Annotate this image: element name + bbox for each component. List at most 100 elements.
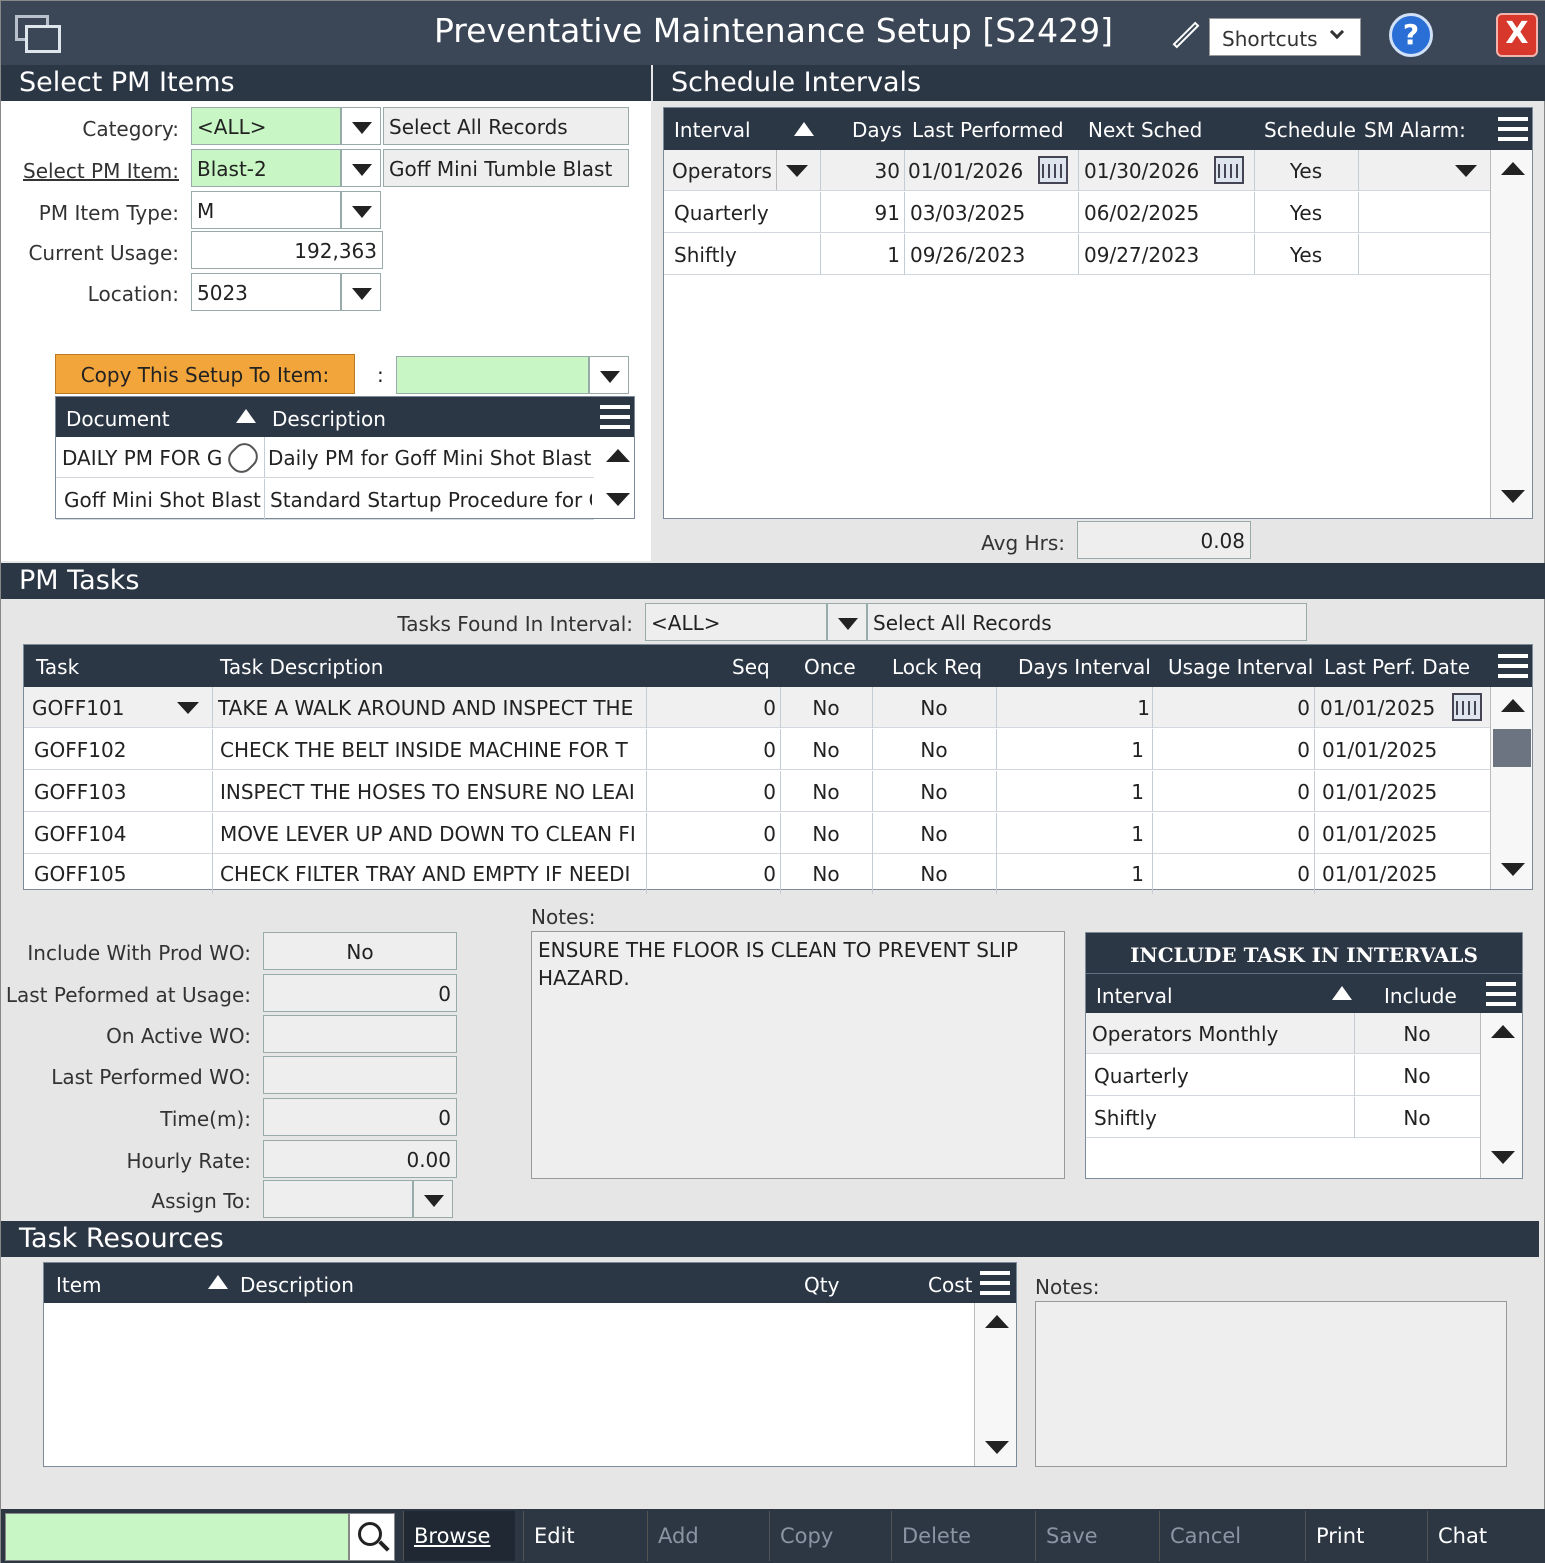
help-button[interactable]: ? (1389, 13, 1433, 57)
scroll-down-icon[interactable] (596, 479, 634, 519)
col-sm-alarm[interactable]: SM Alarm: (1364, 118, 1466, 142)
schedule-row[interactable]: Shiftly 1 09/26/2023 09/27/2023 Yes (664, 234, 1490, 275)
menu-icon[interactable] (980, 1271, 1010, 1295)
task-usage-interval[interactable]: 0 (1156, 696, 1310, 720)
task-code[interactable]: GOFF101 (32, 696, 124, 720)
pm-item-field[interactable]: Blast-2 (191, 149, 341, 187)
scroll-up-icon[interactable] (1491, 150, 1533, 190)
schedule-row[interactable]: Operators 30 01/01/2026 01/30/2026 Yes (664, 150, 1490, 191)
col-task[interactable]: Task (36, 655, 79, 679)
pm-item-label[interactable]: Select PM Item: (1, 159, 179, 183)
copy-setup-button[interactable]: Copy This Setup To Item: (55, 354, 355, 394)
include-prod-field[interactable]: No (263, 932, 457, 970)
col-seq[interactable]: Seq (732, 655, 770, 679)
chat-button[interactable]: Chat (1427, 1511, 1543, 1561)
task-lock-req[interactable]: No (872, 696, 996, 720)
include-row[interactable]: Quarterly No (1086, 1055, 1480, 1096)
task-row[interactable]: GOFF105 CHECK FILTER TRAY AND EMPTY IF N… (24, 853, 1490, 894)
category-select-all[interactable]: Select All Records (383, 107, 629, 145)
include-row[interactable]: Operators Monthly No (1086, 1013, 1480, 1054)
menu-icon[interactable] (1486, 982, 1516, 1006)
location-dropdown-icon[interactable] (341, 273, 381, 311)
location-field[interactable]: 5023 (191, 273, 341, 311)
copy-target-field[interactable] (396, 356, 589, 394)
scroll-up-icon[interactable] (596, 437, 634, 477)
scrollbar[interactable] (1490, 150, 1532, 518)
col-next-sched[interactable]: Next Sched (1088, 118, 1202, 142)
col-days-interval[interactable]: Days Interval (1018, 655, 1151, 679)
tasks-interval-dropdown-icon[interactable] (827, 603, 867, 641)
category-dropdown-icon[interactable] (341, 107, 381, 145)
scroll-down-icon[interactable] (1491, 849, 1533, 889)
col-cost[interactable]: Cost (928, 1273, 972, 1297)
add-button[interactable]: Add (647, 1511, 763, 1561)
assign-to-field[interactable] (263, 1180, 413, 1218)
current-usage-field[interactable]: 192,363 (191, 231, 383, 269)
col-last-performed[interactable]: Last Performed (912, 118, 1064, 142)
task-dropdown-icon[interactable] (168, 687, 208, 727)
scrollbar[interactable] (974, 1303, 1016, 1466)
sm-alarm-dropdown-icon[interactable] (1446, 150, 1486, 190)
pm-item-dropdown-icon[interactable] (341, 149, 381, 187)
browse-button[interactable]: Browse (403, 1511, 515, 1561)
col-schedule[interactable]: Schedule (1264, 118, 1356, 142)
calendar-icon[interactable] (1452, 693, 1482, 721)
task-notes-field[interactable]: ENSURE THE FLOOR IS CLEAN TO PREVENT SLI… (531, 931, 1065, 1179)
scroll-down-icon[interactable] (975, 1427, 1017, 1467)
pencil-icon[interactable] (1171, 21, 1201, 51)
next-sched[interactable]: 01/30/2026 (1084, 159, 1199, 183)
scrollbar[interactable] (1480, 1013, 1522, 1178)
task-last-perf-date[interactable]: 01/01/2025 (1320, 696, 1435, 720)
quick-search-input[interactable] (5, 1513, 349, 1561)
sort-up-icon[interactable] (794, 122, 814, 136)
menu-icon[interactable] (1498, 654, 1528, 678)
task-description[interactable]: TAKE A WALK AROUND AND INSPECT THE (218, 696, 646, 720)
task-days-interval[interactable]: 1 (1000, 696, 1150, 720)
col-description[interactable]: Description (240, 1273, 354, 1297)
shortcuts-dropdown[interactable]: Shortcuts (1209, 18, 1361, 56)
document-row[interactable]: Goff Mini Shot Blast Standard Startup Pr… (56, 479, 594, 520)
calendar-icon[interactable] (1214, 156, 1244, 184)
close-button[interactable]: X (1496, 13, 1538, 57)
scrollbar[interactable] (1490, 687, 1532, 889)
pm-item-type-dropdown-icon[interactable] (341, 191, 381, 229)
interval-days[interactable]: 30 (824, 159, 900, 183)
menu-icon[interactable] (600, 405, 630, 429)
col-interval[interactable]: Interval (1096, 984, 1173, 1008)
assign-to-dropdown-icon[interactable] (413, 1180, 453, 1218)
include-row[interactable]: Shiftly No (1086, 1097, 1480, 1138)
time-field[interactable]: 0 (263, 1098, 457, 1136)
schedule-flag[interactable]: Yes (1254, 159, 1358, 183)
category-field[interactable]: <ALL> (191, 107, 341, 145)
pm-item-type-field[interactable]: M (191, 191, 341, 229)
task-once[interactable]: No (780, 696, 872, 720)
col-description[interactable]: Description (272, 407, 386, 431)
tasks-select-all[interactable]: Select All Records (867, 603, 1307, 641)
task-row[interactable]: GOFF104 MOVE LEVER UP AND DOWN TO CLEAN … (24, 813, 1490, 854)
col-once[interactable]: Once (804, 655, 856, 679)
print-button[interactable]: Print (1305, 1511, 1421, 1561)
task-row[interactable]: GOFF101 TAKE A WALK AROUND AND INSPECT T… (24, 687, 1490, 728)
scroll-up-icon[interactable] (1481, 1013, 1523, 1053)
col-qty[interactable]: Qty (804, 1273, 839, 1297)
col-usage-interval[interactable]: Usage Interval (1168, 655, 1313, 679)
scroll-thumb[interactable] (1493, 729, 1531, 767)
save-button[interactable]: Save (1035, 1511, 1151, 1561)
sort-up-icon[interactable] (208, 1275, 228, 1289)
task-seq[interactable]: 0 (650, 696, 776, 720)
hourly-rate-field[interactable]: 0.00 (263, 1140, 457, 1178)
col-include[interactable]: Include (1384, 984, 1457, 1008)
last-performed[interactable]: 01/01/2026 (908, 159, 1023, 183)
copy-button[interactable]: Copy (769, 1511, 885, 1561)
search-button[interactable] (349, 1513, 395, 1561)
menu-icon[interactable] (1498, 117, 1528, 141)
copy-target-dropdown-icon[interactable] (589, 356, 629, 394)
edit-button[interactable]: Edit (523, 1511, 639, 1561)
include-value[interactable]: No (1354, 1022, 1480, 1046)
schedule-row[interactable]: Quarterly 91 03/03/2025 06/02/2025 Yes (664, 192, 1490, 233)
scroll-up-icon[interactable] (1491, 687, 1533, 727)
task-row[interactable]: GOFF103 INSPECT THE HOSES TO ENSURE NO L… (24, 771, 1490, 812)
document-row[interactable]: DAILY PM FOR GOFF Daily PM for Goff Mini… (56, 437, 594, 478)
col-item[interactable]: Item (56, 1273, 102, 1297)
interval-name[interactable]: Operators (672, 159, 772, 183)
